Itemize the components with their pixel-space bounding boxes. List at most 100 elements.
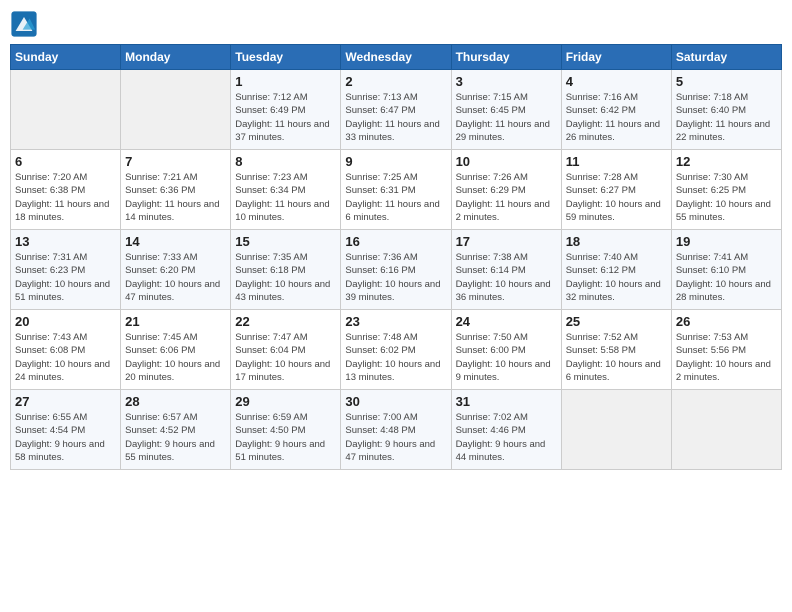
day-number: 12 [676, 154, 777, 169]
day-number: 22 [235, 314, 336, 329]
calendar-cell [671, 390, 781, 470]
day-number: 20 [15, 314, 116, 329]
day-number: 8 [235, 154, 336, 169]
calendar-week-row: 13Sunrise: 7:31 AM Sunset: 6:23 PM Dayli… [11, 230, 782, 310]
day-info: Sunrise: 6:59 AM Sunset: 4:50 PM Dayligh… [235, 411, 336, 464]
weekday-header: Tuesday [231, 45, 341, 70]
day-info: Sunrise: 7:33 AM Sunset: 6:20 PM Dayligh… [125, 251, 226, 304]
day-info: Sunrise: 7:38 AM Sunset: 6:14 PM Dayligh… [456, 251, 557, 304]
weekday-header: Sunday [11, 45, 121, 70]
calendar-cell: 25 Sunrise: 7:52 AM Sunset: 5:58 PM Dayli… [561, 310, 671, 390]
day-info: Sunrise: 7:52 AM Sunset: 5:58 PM Dayligh… [566, 331, 667, 384]
logo [10, 10, 42, 38]
calendar-cell: 16Sunrise: 7:36 AM Sunset: 6:16 PM Dayli… [341, 230, 451, 310]
day-info: Sunrise: 7:00 AM Sunset: 4:48 PM Dayligh… [345, 411, 446, 464]
day-info: Sunrise: 7:25 AM Sunset: 6:31 PM Dayligh… [345, 171, 446, 224]
calendar-cell: 19 Sunrise: 7:41 AM Sunset: 6:10 PM Dayli… [671, 230, 781, 310]
day-info: Sunrise: 7:26 AM Sunset: 6:29 PM Dayligh… [456, 171, 557, 224]
calendar-cell [561, 390, 671, 470]
day-number: 13 [15, 234, 116, 249]
calendar-cell: 24 Sunrise: 7:50 AM Sunset: 6:00 PM Dayli… [451, 310, 561, 390]
day-number: 17 [456, 234, 557, 249]
day-number: 2 [345, 74, 446, 89]
weekday-header: Friday [561, 45, 671, 70]
calendar-cell: 29Sunrise: 6:59 AM Sunset: 4:50 PM Dayli… [231, 390, 341, 470]
calendar-cell [11, 70, 121, 150]
calendar-week-row: 6 Sunrise: 7:20 AM Sunset: 6:38 PM Daylig… [11, 150, 782, 230]
day-number: 26 [676, 314, 777, 329]
day-number: 27 [15, 394, 116, 409]
calendar-cell: 8Sunrise: 7:23 AM Sunset: 6:34 PM Daylig… [231, 150, 341, 230]
calendar-cell: 4 Sunrise: 7:16 AM Sunset: 6:42 PM Daylig… [561, 70, 671, 150]
day-info: Sunrise: 7:13 AM Sunset: 6:47 PM Dayligh… [345, 91, 446, 144]
day-info: Sunrise: 7:53 AM Sunset: 5:56 PM Dayligh… [676, 331, 777, 384]
day-info: Sunrise: 7:48 AM Sunset: 6:02 PM Dayligh… [345, 331, 446, 384]
calendar-cell: 13Sunrise: 7:31 AM Sunset: 6:23 PM Dayli… [11, 230, 121, 310]
day-number: 25 [566, 314, 667, 329]
day-info: Sunrise: 7:35 AM Sunset: 6:18 PM Dayligh… [235, 251, 336, 304]
weekday-header: Monday [121, 45, 231, 70]
day-info: Sunrise: 7:30 AM Sunset: 6:25 PM Dayligh… [676, 171, 777, 224]
calendar-cell: 11 Sunrise: 7:28 AM Sunset: 6:27 PM Dayli… [561, 150, 671, 230]
calendar-week-row: 20 Sunrise: 7:43 AM Sunset: 6:08 PM Dayli… [11, 310, 782, 390]
day-number: 28 [125, 394, 226, 409]
day-number: 6 [15, 154, 116, 169]
calendar-cell: 10Sunrise: 7:26 AM Sunset: 6:29 PM Dayli… [451, 150, 561, 230]
day-number: 30 [345, 394, 446, 409]
calendar-table: SundayMondayTuesdayWednesdayThursdayFrid… [10, 44, 782, 470]
day-number: 24 [456, 314, 557, 329]
day-number: 7 [125, 154, 226, 169]
calendar-cell: 9 Sunrise: 7:25 AM Sunset: 6:31 PM Daylig… [341, 150, 451, 230]
day-info: Sunrise: 7:02 AM Sunset: 4:46 PM Dayligh… [456, 411, 557, 464]
weekday-header: Saturday [671, 45, 781, 70]
calendar-cell: 3Sunrise: 7:15 AM Sunset: 6:45 PM Daylig… [451, 70, 561, 150]
calendar-week-row: 1 Sunrise: 7:12 AM Sunset: 6:49 PM Daylig… [11, 70, 782, 150]
day-info: Sunrise: 6:57 AM Sunset: 4:52 PM Dayligh… [125, 411, 226, 464]
calendar-cell: 26 Sunrise: 7:53 AM Sunset: 5:56 PM Dayli… [671, 310, 781, 390]
day-info: Sunrise: 7:50 AM Sunset: 6:00 PM Dayligh… [456, 331, 557, 384]
calendar-cell: 14 Sunrise: 7:33 AM Sunset: 6:20 PM Dayli… [121, 230, 231, 310]
day-info: Sunrise: 7:16 AM Sunset: 6:42 PM Dayligh… [566, 91, 667, 144]
day-info: Sunrise: 7:21 AM Sunset: 6:36 PM Dayligh… [125, 171, 226, 224]
calendar-cell: 1 Sunrise: 7:12 AM Sunset: 6:49 PM Daylig… [231, 70, 341, 150]
day-info: Sunrise: 6:55 AM Sunset: 4:54 PM Dayligh… [15, 411, 116, 464]
calendar-cell: 6 Sunrise: 7:20 AM Sunset: 6:38 PM Daylig… [11, 150, 121, 230]
calendar-cell: 27 Sunrise: 6:55 AM Sunset: 4:54 PM Dayli… [11, 390, 121, 470]
day-number: 23 [345, 314, 446, 329]
day-number: 14 [125, 234, 226, 249]
page-header [10, 10, 782, 38]
day-info: Sunrise: 7:36 AM Sunset: 6:16 PM Dayligh… [345, 251, 446, 304]
day-number: 5 [676, 74, 777, 89]
day-info: Sunrise: 7:41 AM Sunset: 6:10 PM Dayligh… [676, 251, 777, 304]
day-number: 31 [456, 394, 557, 409]
day-info: Sunrise: 7:40 AM Sunset: 6:12 PM Dayligh… [566, 251, 667, 304]
calendar-cell: 30 Sunrise: 7:00 AM Sunset: 4:48 PM Dayli… [341, 390, 451, 470]
day-number: 3 [456, 74, 557, 89]
day-number: 1 [235, 74, 336, 89]
weekday-header: Wednesday [341, 45, 451, 70]
day-info: Sunrise: 7:43 AM Sunset: 6:08 PM Dayligh… [15, 331, 116, 384]
day-number: 9 [345, 154, 446, 169]
calendar-cell: 31 Sunrise: 7:02 AM Sunset: 4:46 PM Dayli… [451, 390, 561, 470]
day-number: 4 [566, 74, 667, 89]
calendar-cell: 15 Sunrise: 7:35 AM Sunset: 6:18 PM Dayli… [231, 230, 341, 310]
calendar-header-row: SundayMondayTuesdayWednesdayThursdayFrid… [11, 45, 782, 70]
day-info: Sunrise: 7:47 AM Sunset: 6:04 PM Dayligh… [235, 331, 336, 384]
calendar-cell: 28 Sunrise: 6:57 AM Sunset: 4:52 PM Dayli… [121, 390, 231, 470]
day-info: Sunrise: 7:20 AM Sunset: 6:38 PM Dayligh… [15, 171, 116, 224]
calendar-cell: 5 Sunrise: 7:18 AM Sunset: 6:40 PM Daylig… [671, 70, 781, 150]
weekday-header: Thursday [451, 45, 561, 70]
calendar-cell: 2 Sunrise: 7:13 AM Sunset: 6:47 PM Daylig… [341, 70, 451, 150]
day-number: 11 [566, 154, 667, 169]
calendar-cell [121, 70, 231, 150]
calendar-cell: 23 Sunrise: 7:48 AM Sunset: 6:02 PM Dayli… [341, 310, 451, 390]
day-number: 21 [125, 314, 226, 329]
day-info: Sunrise: 7:28 AM Sunset: 6:27 PM Dayligh… [566, 171, 667, 224]
calendar-week-row: 27 Sunrise: 6:55 AM Sunset: 4:54 PM Dayli… [11, 390, 782, 470]
day-number: 15 [235, 234, 336, 249]
day-info: Sunrise: 7:12 AM Sunset: 6:49 PM Dayligh… [235, 91, 336, 144]
day-number: 19 [676, 234, 777, 249]
day-info: Sunrise: 7:45 AM Sunset: 6:06 PM Dayligh… [125, 331, 226, 384]
day-info: Sunrise: 7:18 AM Sunset: 6:40 PM Dayligh… [676, 91, 777, 144]
logo-icon [10, 10, 38, 38]
